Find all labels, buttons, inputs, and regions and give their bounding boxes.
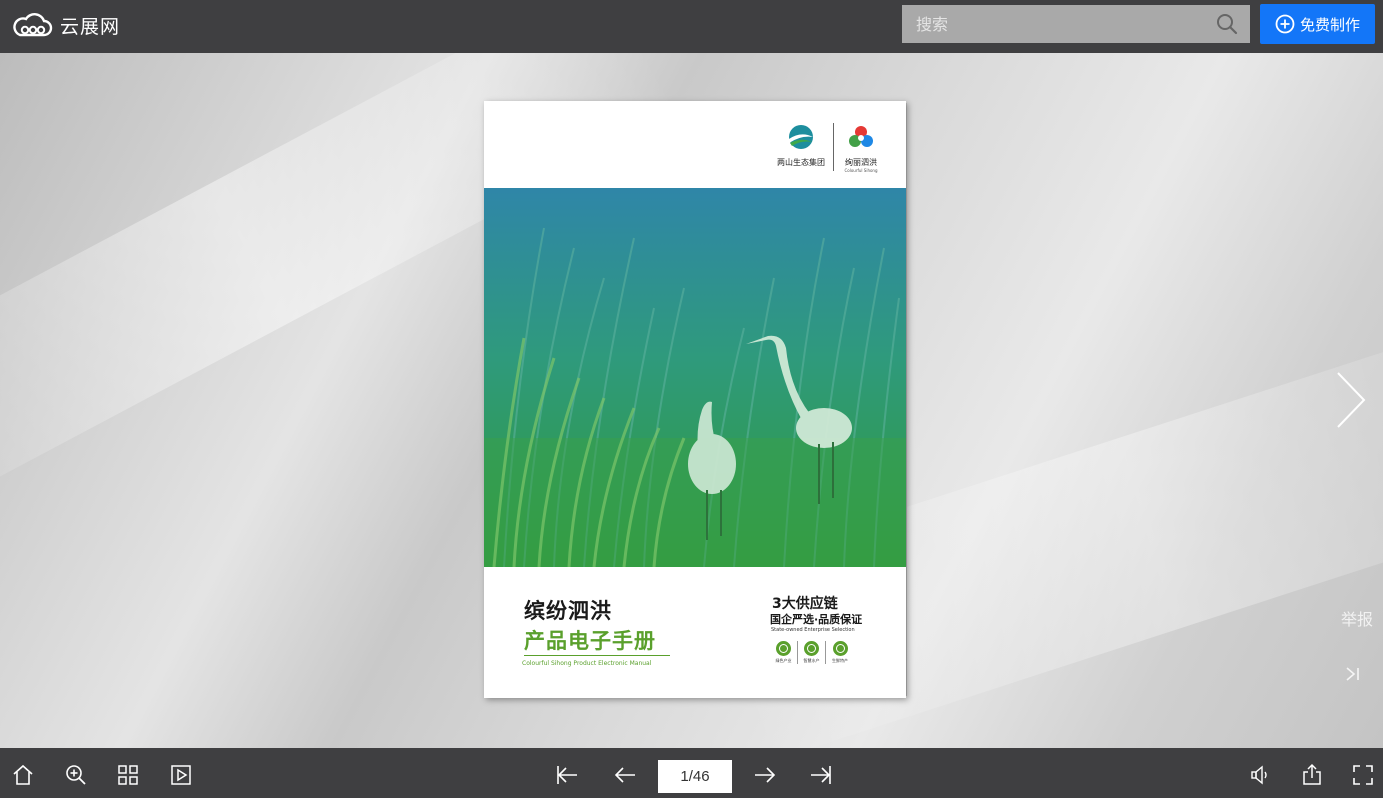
flipbook-stage: 两山生态集团 绚丽泗洪 Colourful Sihong 缤纷泗洪 产品电子手册… bbox=[0, 53, 1383, 748]
badge-label: 智慧水产 bbox=[803, 658, 820, 663]
zoom-in-icon[interactable] bbox=[64, 763, 88, 787]
top-bar: 云展网 免费制作 bbox=[0, 0, 1383, 53]
last-page-icon[interactable] bbox=[809, 763, 833, 787]
brand-logo-liangshan: 两山生态集团 bbox=[772, 123, 830, 168]
sihong-logo-icon bbox=[849, 126, 873, 147]
feature-badges: 绿色产业 智慧水产 生鲜特产 bbox=[770, 641, 854, 664]
create-button-label: 免费制作 bbox=[1299, 15, 1360, 34]
badge-label: 生鲜特产 bbox=[832, 658, 848, 663]
liangshan-logo-icon bbox=[789, 125, 813, 149]
feature-english: State-owned Enterprise Selection bbox=[771, 627, 855, 633]
brand-logo-sihong: 绚丽泗洪 Colourful Sihong bbox=[839, 123, 883, 173]
previous-page-icon[interactable] bbox=[613, 763, 637, 787]
next-page-arrow-icon[interactable] bbox=[1330, 369, 1370, 431]
cover-header: 两山生态集团 绚丽泗洪 Colourful Sihong bbox=[484, 101, 906, 188]
cloud-logo-icon bbox=[13, 13, 53, 37]
logo-text: 云展网 bbox=[60, 15, 121, 38]
brand-right-name: 绚丽泗洪 bbox=[845, 158, 877, 167]
feature-subline: 国企严选·品质保证 bbox=[770, 613, 863, 626]
cover-title-english: Colourful Sihong Product Electronic Manu… bbox=[522, 660, 652, 667]
feature-headline: 3大供应链 bbox=[772, 596, 838, 612]
badge-label: 绿色产业 bbox=[775, 658, 792, 663]
skip-to-end-icon[interactable] bbox=[1344, 665, 1362, 683]
cover-title-line1: 缤纷泗洪 bbox=[524, 599, 612, 623]
search-box bbox=[902, 5, 1250, 43]
report-link[interactable]: 举报 bbox=[1341, 606, 1373, 630]
autoplay-icon[interactable] bbox=[169, 763, 193, 787]
cover-egret-illustration bbox=[484, 188, 906, 567]
badge-item: 绿色产业 bbox=[770, 641, 798, 664]
brand-left-name: 两山生态集团 bbox=[777, 158, 825, 167]
bottom-toolbar: 1/46 bbox=[0, 748, 1383, 798]
next-page-icon[interactable] bbox=[753, 763, 777, 787]
cover-title-line2: 产品电子手册 bbox=[524, 629, 656, 653]
search-input[interactable] bbox=[902, 5, 1202, 43]
share-icon[interactable] bbox=[1300, 763, 1324, 787]
page-number-indicator[interactable]: 1/46 bbox=[658, 760, 732, 793]
title-underline bbox=[524, 655, 670, 656]
produce-icon bbox=[832, 641, 848, 656]
brand-divider bbox=[833, 123, 834, 171]
site-logo[interactable]: 云展网 bbox=[10, 11, 120, 39]
cover-footer: 缤纷泗洪 产品电子手册 Colourful Sihong Product Ele… bbox=[484, 567, 906, 698]
leaf-icon bbox=[776, 641, 791, 656]
fish-icon bbox=[804, 641, 819, 656]
thumbnails-grid-icon[interactable] bbox=[116, 763, 140, 787]
search-icon[interactable] bbox=[1216, 13, 1238, 35]
sound-icon[interactable] bbox=[1248, 763, 1272, 787]
create-free-button[interactable]: 免费制作 bbox=[1260, 4, 1375, 44]
badge-item: 智慧水产 bbox=[798, 641, 826, 664]
fullscreen-icon[interactable] bbox=[1351, 763, 1375, 787]
cover-page[interactable]: 两山生态集团 绚丽泗洪 Colourful Sihong 缤纷泗洪 产品电子手册… bbox=[484, 101, 906, 698]
home-icon[interactable] bbox=[11, 763, 35, 787]
plus-circle-icon bbox=[1275, 14, 1295, 34]
first-page-icon[interactable] bbox=[555, 763, 579, 787]
badge-item: 生鲜特产 bbox=[826, 641, 854, 664]
brand-right-sub: Colourful Sihong bbox=[844, 168, 878, 173]
